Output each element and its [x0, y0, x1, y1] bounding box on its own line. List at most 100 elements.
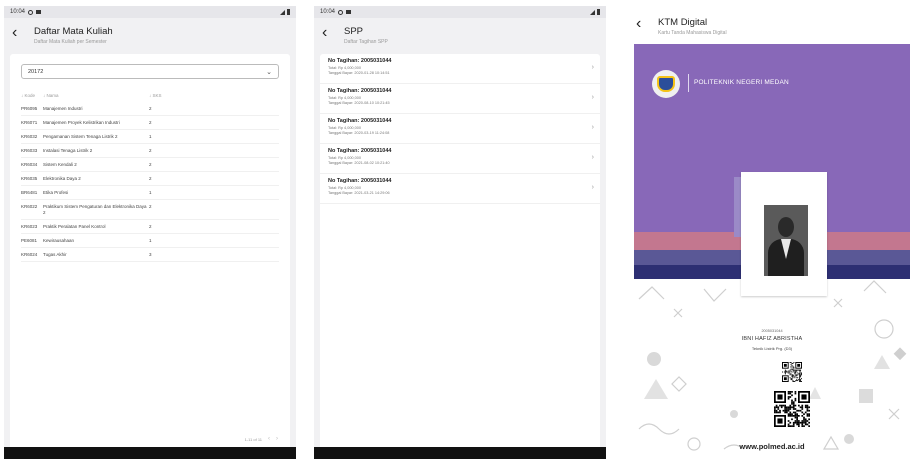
chevron-right-icon: ›	[591, 94, 594, 101]
cell-code: PR6095	[21, 106, 38, 111]
student-id-number: 2005031044	[761, 329, 783, 333]
bill-item[interactable]: No Tagihan: 2005031044 Total: Rp 4,000,00…	[320, 114, 600, 144]
cell-code: PE6081	[21, 238, 38, 243]
column-header-name[interactable]: ↓ Nama	[43, 93, 149, 98]
table-row: PR6095 Manajemen Industri 2	[21, 102, 279, 116]
cell-name: Manajemen Proyek Kelistrikan Industri	[43, 120, 120, 125]
bills-list: No Tagihan: 2005031044 Total: Rp 4,000,00…	[320, 54, 600, 452]
bill-number: No Tagihan: 2005031044	[328, 118, 392, 124]
battery-icon	[287, 9, 290, 15]
courses-screen: 10:04 ‹ Daftar Mata Kuliah Daftar Mata K…	[4, 6, 296, 459]
next-page-icon[interactable]: ›	[276, 436, 278, 442]
cell-code: KR6035	[21, 176, 38, 181]
system-nav-bar	[4, 447, 296, 459]
page-subtitle: Kartu Tanda Mahasiswa Digital	[658, 30, 727, 36]
chevron-down-icon: ⌄	[266, 68, 272, 76]
app-bar: ‹ SPP Daftar Tagihan SPP	[314, 18, 606, 56]
bill-item[interactable]: No Tagihan: 2005031044 Total: Rp 4,000,00…	[320, 54, 600, 84]
table-row: KR6033 Instalasi Tenaga Listrik 2 2	[21, 144, 279, 158]
cell-name: Elektronika Daya 2	[43, 176, 81, 181]
cell-sks: 2	[149, 204, 152, 209]
page-subtitle: Daftar Mata Kuliah per Semester	[34, 39, 107, 45]
bill-total: Total: Rp 4,000,000	[328, 96, 361, 100]
table-row: KR6032 Pengamanan Sistem Tenaga Listrik 2…	[21, 130, 279, 144]
cell-sks: 3	[149, 252, 152, 257]
prev-page-icon[interactable]: ‹	[268, 436, 270, 442]
photo-notification-icon	[346, 10, 352, 14]
institution-logo	[652, 70, 680, 98]
bill-total: Total: Rp 4,000,000	[328, 66, 361, 70]
chevron-right-icon: ›	[591, 184, 594, 191]
student-photo	[764, 205, 808, 276]
back-arrow-icon[interactable]: ‹	[12, 25, 28, 41]
bill-total: Total: Rp 4,000,000	[328, 126, 361, 130]
signal-icon	[590, 9, 595, 15]
screenshot-collage: 10:04 ‹ Daftar Mata Kuliah Daftar Mata K…	[0, 0, 918, 459]
table-row: PE6081 Kewirausahaan 1	[21, 234, 279, 248]
notification-icon	[28, 9, 34, 15]
signal-icon	[280, 9, 285, 15]
cell-code: KR6023	[21, 224, 38, 229]
bill-number: No Tagihan: 2005031044	[328, 88, 392, 94]
cell-sks: 1	[149, 134, 152, 139]
logo-divider	[688, 74, 689, 92]
column-header-code[interactable]: ↓ Kode	[21, 93, 43, 98]
notification-icon	[338, 9, 344, 15]
student-id-card: POLITEKNIK NEGERI MEDAN 2005031044 IBNI …	[634, 44, 910, 459]
table-row: KR6022 Praktikum Sistem Pengaturan dan El…	[21, 200, 279, 220]
institution-name: POLITEKNIK NEGERI MEDAN	[694, 79, 789, 86]
bill-number: No Tagihan: 2005031044	[328, 58, 392, 64]
cell-sks: 2	[149, 224, 152, 229]
page-title: Daftar Mata Kuliah	[34, 26, 113, 37]
cell-name: Manajemen Industri	[43, 106, 83, 111]
qr-code-small	[782, 362, 802, 382]
pagination-label: 1-11 of 11	[244, 436, 262, 442]
cell-sks: 2	[149, 106, 152, 111]
cell-name: Tugas Akhir	[43, 252, 67, 257]
cell-code: BR6481	[21, 190, 38, 195]
bill-payment-date: Tanggal Bayar: 2020-08-10 10:21:45	[328, 101, 390, 105]
bill-payment-date: Tanggal Bayar: 2020-03-19 11:24:08	[328, 131, 390, 135]
cell-sks: 2	[149, 148, 152, 153]
cell-name: Instalasi Tenaga Listrik 2	[43, 148, 93, 153]
cell-name: Kewirausahaan	[43, 238, 75, 243]
cell-name: Etika Profesi	[43, 190, 69, 195]
institution-website: www.polmed.ac.id	[739, 442, 805, 451]
app-bar: ‹ Daftar Mata Kuliah Daftar Mata Kuliah …	[4, 18, 296, 56]
bill-number: No Tagihan: 2005031044	[328, 148, 392, 154]
ktm-screen: ‹ KTM Digital Kartu Tanda Mahasiswa Digi…	[624, 6, 916, 459]
pagination: 1-11 of 11 ‹ ›	[245, 436, 278, 442]
back-arrow-icon[interactable]: ‹	[636, 16, 652, 32]
courses-table-body: PR6095 Manajemen Industri 2 KR6071 Manajemen…	[21, 102, 279, 262]
bill-payment-date: Tanggal Bayar: 2020-01-28 10:14:51	[328, 71, 390, 75]
qr-code-large	[774, 391, 810, 427]
page-subtitle: Daftar Tagihan SPP	[344, 39, 388, 45]
cell-sks: 2	[149, 120, 152, 125]
cell-sks: 2	[149, 176, 152, 181]
bill-item[interactable]: No Tagihan: 2005031044 Total: Rp 4,000,00…	[320, 174, 600, 204]
bill-total: Total: Rp 4,000,000	[328, 156, 361, 160]
bill-item[interactable]: No Tagihan: 2005031044 Total: Rp 4,000,00…	[320, 144, 600, 174]
table-row: KR6034 Sistem Kendali 2 2	[21, 158, 279, 172]
bill-payment-date: Tanggal Bayar: 2021-03-21 14:29:06	[328, 191, 390, 195]
cell-code: KR6033	[21, 148, 38, 153]
cell-sks: 2	[149, 162, 152, 167]
cell-name: Sistem Kendali 2	[43, 162, 77, 167]
clock: 10:04	[320, 9, 336, 15]
photo-notification-icon	[36, 10, 42, 14]
decorative-pattern	[638, 280, 907, 451]
bill-item[interactable]: No Tagihan: 2005031044 Total: Rp 4,000,00…	[320, 84, 600, 114]
page-title: KTM Digital	[658, 17, 708, 28]
bill-payment-date: Tanggal Bayar: 2021-08-02 10:21:40	[328, 161, 390, 165]
table-row: KR6024 Tugas Akhir 3	[21, 248, 279, 262]
table-row: KR6035 Elektronika Daya 2 2	[21, 172, 279, 186]
chevron-right-icon: ›	[591, 64, 594, 71]
back-arrow-icon[interactable]: ‹	[322, 25, 338, 41]
column-header-sks[interactable]: ↓ SKS	[149, 93, 169, 98]
status-bar: 10:04	[4, 6, 296, 18]
student-name: IBNI HAFIZ ABRISTHA	[741, 336, 803, 342]
semester-select[interactable]: 20172 ⌄	[21, 64, 279, 79]
table-header: ↓ Kode ↓ Nama ↓ SKS	[21, 90, 279, 100]
chevron-right-icon: ›	[591, 124, 594, 131]
app-bar: ‹ KTM Digital Kartu Tanda Mahasiswa Digi…	[624, 6, 916, 44]
